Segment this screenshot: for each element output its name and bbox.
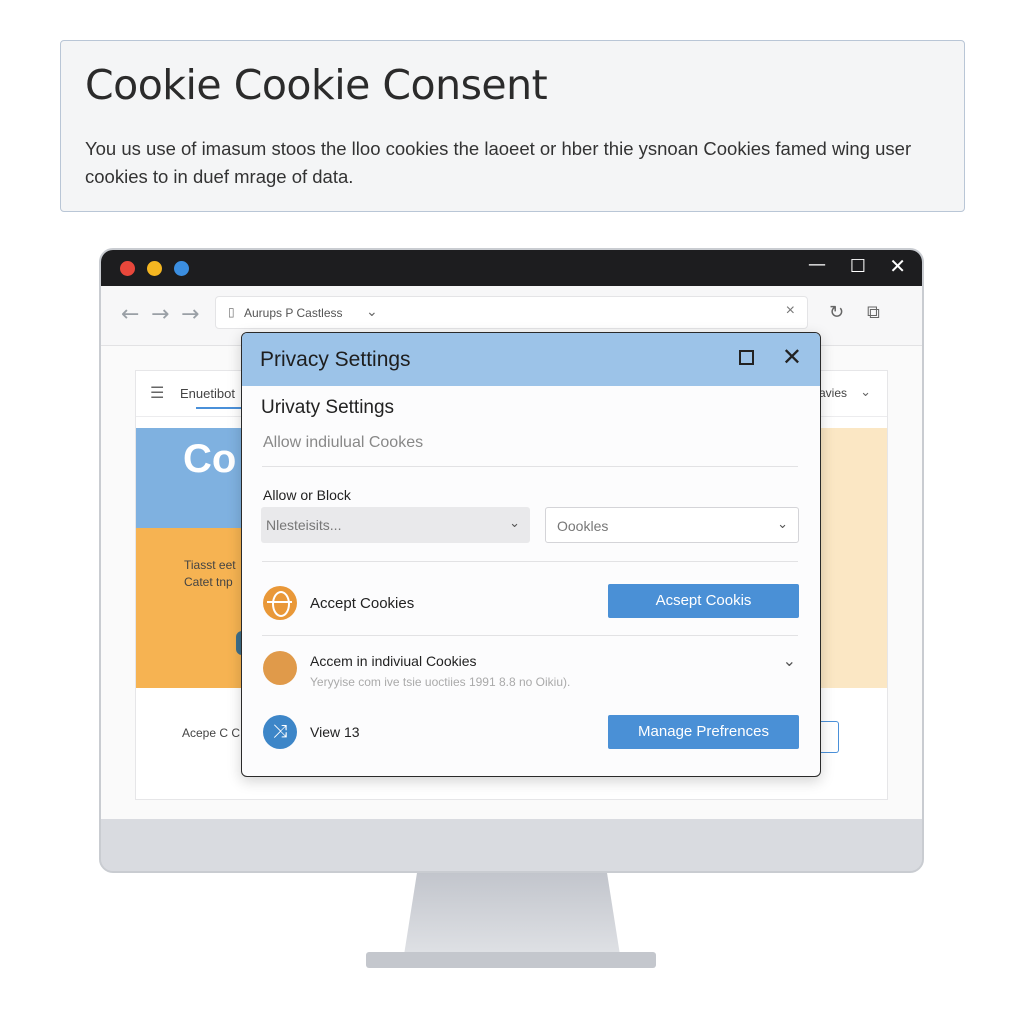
address-text: Aurups P Castless: [244, 306, 343, 320]
manage-preferences-button[interactable]: Manage Prefrences: [608, 715, 799, 749]
privacy-settings-dialog: Privacy Settings ✕ Urivaty Settings Allo…: [241, 332, 821, 777]
dialog-title: Privacy Settings: [260, 348, 411, 371]
maximize-icon[interactable]: ☐: [850, 256, 866, 277]
clear-address-icon[interactable]: ×: [786, 302, 795, 320]
maximize-icon[interactable]: [739, 350, 754, 365]
dialog-description: Allow indiulual Cookes: [263, 434, 424, 451]
zoom-dot-icon[interactable]: [174, 261, 189, 276]
monitor-chin: [101, 819, 922, 871]
consent-header-card: Cookie Cookie Consent You us use of imas…: [60, 40, 965, 212]
page-description: You us use of imasum stoos the lloo cook…: [85, 138, 912, 187]
sites-select-value: Nlesteisits...: [266, 517, 342, 533]
individual-cookies-description: Yeryyise com ive tsie uoctiies 1991 8.8 …: [310, 675, 571, 689]
hero-panel: [136, 528, 256, 688]
divider: [262, 561, 798, 562]
window-titlebar: — ☐ ✕: [101, 250, 922, 286]
chevron-down-icon: ⌄: [509, 515, 520, 530]
share-icon[interactable]: ⧉: [867, 302, 880, 323]
cookies-select-value: Oookles: [557, 518, 609, 534]
individual-cookies-label: Accem in indiviual Cookies: [310, 653, 477, 669]
hero-heading: Co: [183, 437, 237, 481]
close-icon[interactable]: ✕: [889, 254, 906, 278]
refresh-icon[interactable]: ↻: [829, 302, 844, 323]
chevron-down-icon[interactable]: ⌄: [783, 651, 796, 671]
nav-label[interactable]: Enuetibot: [180, 386, 235, 401]
minimize-dot-icon[interactable]: [147, 261, 162, 276]
accept-cookies-label: Accept Cookies: [310, 595, 415, 612]
cookie-icon: [263, 651, 297, 685]
back-icon[interactable]: ←: [121, 302, 139, 327]
dialog-subtitle: Urivaty Settings: [261, 397, 395, 418]
dialog-header: Privacy Settings ✕: [242, 333, 820, 386]
accept-cookies-button[interactable]: Acsept Cookis: [608, 584, 799, 618]
page-footer-label: Acepe C C: [182, 726, 241, 740]
close-dot-icon[interactable]: [120, 261, 135, 276]
shuffle-icon: ⤨: [263, 715, 297, 749]
hero-side-panel: [821, 428, 887, 688]
divider: [262, 635, 798, 636]
close-icon[interactable]: ✕: [782, 343, 802, 371]
divider: [262, 466, 798, 467]
chevron-down-icon: ⌄: [777, 516, 788, 531]
view-label: View 13: [310, 724, 360, 740]
minimize-icon[interactable]: —: [808, 254, 826, 275]
forward-alt-icon[interactable]: →: [181, 302, 199, 327]
chevron-down-icon[interactable]: ⌄: [366, 303, 378, 320]
chevron-down-icon[interactable]: ⌄: [860, 384, 871, 400]
page-icon: ▯: [228, 305, 235, 319]
globe-icon: [263, 586, 297, 620]
nav-right-label[interactable]: avies: [819, 386, 847, 400]
forward-icon[interactable]: →: [151, 302, 169, 327]
page-title: Cookie Cookie Consent: [85, 61, 548, 109]
address-bar[interactable]: ▯ Aurups P Castless ⌄ ×: [215, 296, 808, 329]
allow-block-label: Allow or Block: [263, 487, 351, 503]
page-footer-button[interactable]: [819, 721, 839, 753]
monitor-base: [366, 952, 656, 968]
monitor-stand: [404, 873, 620, 955]
menu-icon[interactable]: ☰: [150, 383, 164, 403]
sites-select[interactable]: Nlesteisits... ⌄: [261, 507, 530, 543]
cookies-select[interactable]: Oookles ⌄: [545, 507, 799, 543]
